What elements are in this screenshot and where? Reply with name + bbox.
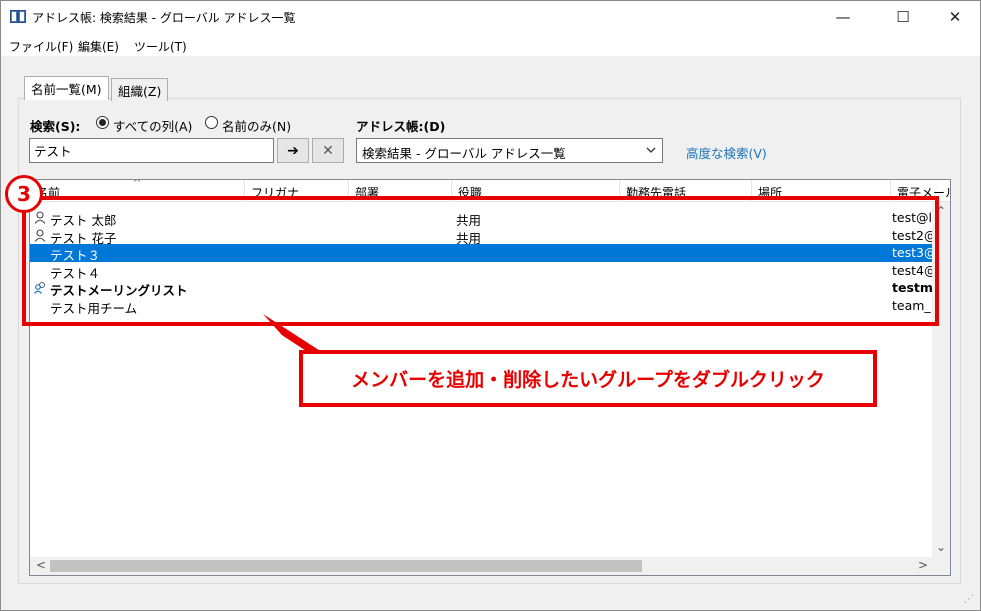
minimize-icon: — bbox=[835, 8, 851, 26]
scroll-down-icon[interactable]: ⌄ bbox=[936, 540, 946, 554]
sort-ascending-icon: ^ bbox=[133, 179, 142, 189]
menu-edit[interactable]: 編集(E) bbox=[78, 38, 119, 55]
address-book-icon bbox=[10, 10, 26, 23]
horizontal-scrollbar[interactable]: < > bbox=[30, 557, 950, 575]
window-title: アドレス帳: 検索結果 - グローバル アドレス一覧 bbox=[32, 11, 296, 25]
go-button[interactable]: ➔ bbox=[277, 138, 309, 163]
close-button[interactable]: ✕ bbox=[932, 0, 978, 34]
callout-label: メンバーを追加・削除したいグループをダブルクリック bbox=[299, 350, 877, 407]
resize-grip-icon[interactable]: ⋰ bbox=[964, 594, 974, 605]
address-book-selected: 検索結果 - グローバル アドレス一覧 bbox=[362, 146, 566, 161]
search-label: 検索(S): bbox=[30, 119, 81, 134]
radio-all-columns-label: すべての列(A) bbox=[113, 119, 193, 134]
maximize-button[interactable]: ☐ bbox=[880, 0, 926, 34]
arrow-right-icon: ➔ bbox=[287, 142, 299, 159]
search-input[interactable] bbox=[29, 138, 274, 163]
radio-selected-dot bbox=[99, 119, 106, 126]
address-book-label: アドレス帳:(D) bbox=[356, 119, 446, 134]
clear-button[interactable]: ✕ bbox=[312, 138, 344, 163]
horizontal-scroll-thumb[interactable] bbox=[50, 560, 642, 572]
close-icon: ✕ bbox=[322, 142, 334, 159]
close-icon: ✕ bbox=[948, 8, 962, 26]
menu-tools[interactable]: ツール(T) bbox=[134, 38, 187, 55]
minimize-button[interactable]: — bbox=[820, 0, 866, 34]
step-number-badge: 3 bbox=[5, 175, 43, 213]
maximize-icon: ☐ bbox=[896, 8, 910, 26]
scroll-left-icon[interactable]: < bbox=[36, 558, 46, 572]
menu-file[interactable]: ファイル(F) bbox=[9, 38, 73, 55]
tab-names[interactable]: 名前一覧(M) bbox=[24, 76, 109, 100]
radio-all-columns[interactable] bbox=[96, 116, 109, 129]
highlight-box bbox=[22, 196, 939, 326]
scroll-right-icon[interactable]: > bbox=[918, 558, 928, 572]
chevron-down-icon bbox=[646, 147, 656, 153]
tab-organization[interactable]: 組織(Z) bbox=[111, 78, 169, 101]
address-book-select[interactable]: 検索結果 - グローバル アドレス一覧 bbox=[356, 138, 663, 163]
radio-name-only-label: 名前のみ(N) bbox=[222, 119, 292, 134]
radio-name-only[interactable] bbox=[205, 116, 218, 129]
advanced-search-link[interactable]: 高度な検索(V) bbox=[686, 143, 767, 162]
